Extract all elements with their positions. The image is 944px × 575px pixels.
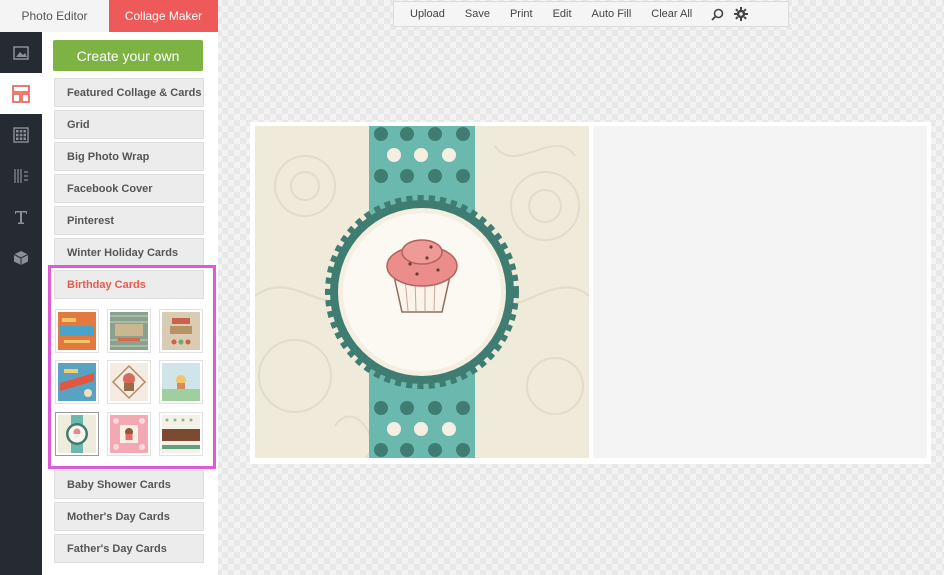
print-button[interactable]: Print (500, 8, 543, 20)
auto-fill-button[interactable]: Auto Fill (582, 8, 642, 20)
cube-icon[interactable] (0, 237, 42, 278)
icon-rail (0, 32, 42, 575)
edit-button[interactable]: Edit (543, 8, 582, 20)
image-icon[interactable] (0, 32, 42, 73)
category-grid[interactable]: Grid (54, 110, 204, 139)
category-winter-holiday[interactable]: Winter Holiday Cards (54, 238, 204, 267)
category-big-photo-wrap[interactable]: Big Photo Wrap (54, 142, 204, 171)
tab-collage-maker[interactable]: Collage Maker (109, 0, 218, 38)
toolbar: Upload Save Print Edit Auto Fill Clear A… (393, 1, 789, 27)
category-featured[interactable]: Featured Collage & Cards (54, 78, 204, 107)
collage-cell-empty[interactable] (593, 126, 927, 458)
save-button[interactable]: Save (455, 8, 500, 20)
collage-cell-birthday-card[interactable] (255, 126, 589, 458)
text-icon[interactable] (0, 196, 42, 237)
create-your-own-button[interactable]: Create your own (53, 40, 203, 71)
texture-icon[interactable] (0, 155, 42, 196)
tab-photo-editor[interactable]: Photo Editor (0, 0, 109, 32)
category-pinterest[interactable]: Pinterest (54, 206, 204, 235)
clear-all-button[interactable]: Clear All (641, 8, 702, 20)
category-baby-shower[interactable]: Baby Shower Cards (54, 470, 204, 499)
collage-canvas (250, 122, 931, 464)
search-icon[interactable] (708, 5, 726, 23)
category-fathers-day[interactable]: Father's Day Cards (54, 534, 204, 563)
grid-pattern-icon[interactable] (0, 114, 42, 155)
upload-button[interactable]: Upload (394, 8, 455, 20)
gear-icon[interactable] (732, 5, 750, 23)
highlight-outline (48, 265, 216, 469)
category-facebook-cover[interactable]: Facebook Cover (54, 174, 204, 203)
mode-tabs: Photo Editor Collage Maker (0, 0, 218, 38)
layout-icon[interactable] (0, 73, 42, 114)
category-mothers-day[interactable]: Mother's Day Cards (54, 502, 204, 531)
